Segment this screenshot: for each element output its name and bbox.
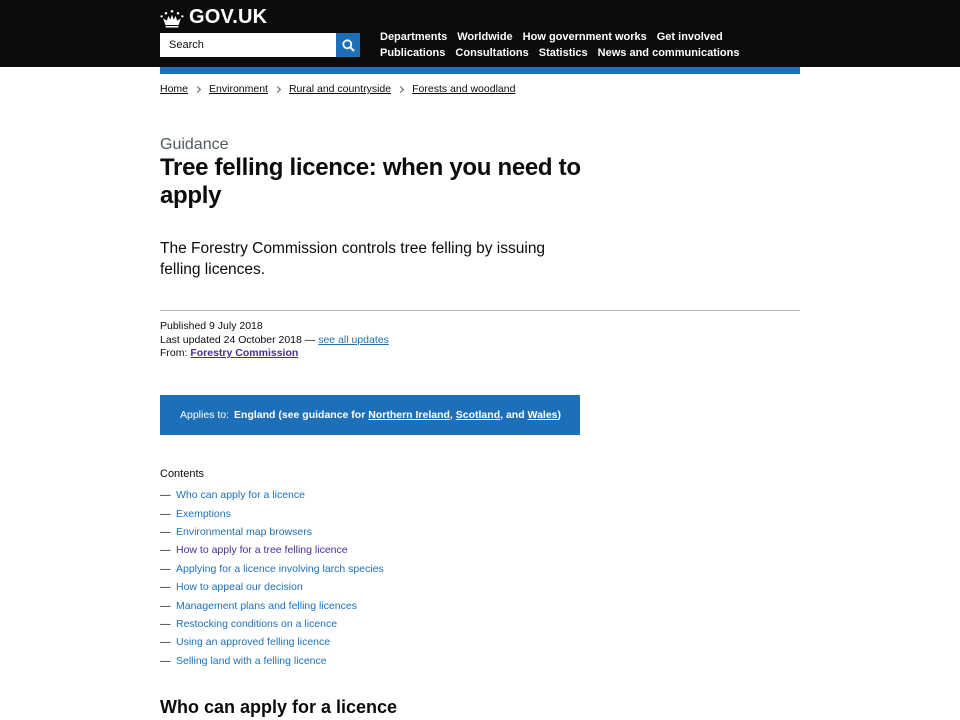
nav-statistics[interactable]: Statistics [539, 47, 588, 59]
contents-link-who-can-apply[interactable]: Who can apply for a licence [176, 489, 305, 501]
nav-publications[interactable]: Publications [380, 47, 445, 59]
header-blue-bar [160, 67, 800, 74]
contents-heading: Contents [160, 468, 205, 480]
dash-icon: — [160, 636, 171, 649]
dash-icon: — [160, 507, 171, 520]
contents-link-management-plans[interactable]: Management plans and felling licences [176, 600, 357, 612]
contents-item: — How to apply for a tree felling licence [160, 541, 384, 559]
dash-icon: — [160, 525, 171, 538]
wales-link[interactable]: Wales [528, 409, 558, 421]
nav-consultations[interactable]: Consultations [455, 47, 528, 59]
contents-link-larch-species[interactable]: Applying for a licence involving larch s… [176, 563, 384, 575]
contents-list: — Who can apply for a licence — Exemptions… [160, 486, 384, 670]
page-title: Tree felling licence: when you need to a… [160, 154, 581, 209]
breadcrumb: Home Environment Rural and countryside F… [160, 83, 515, 95]
dash-icon: — [160, 581, 171, 594]
applies-to-label: Applies to: [180, 409, 230, 421]
organisation-link[interactable]: Forestry Commission [190, 347, 298, 359]
contents-link-exemptions[interactable]: Exemptions [176, 508, 231, 520]
nav-how-government-works[interactable]: How government works [523, 31, 647, 43]
contents-item: — Environmental map browsers [160, 523, 384, 541]
breadcrumb-environment[interactable]: Environment [209, 83, 268, 95]
last-updated-row: Last updated 24 October 2018 — see all u… [160, 334, 389, 348]
applies-to-value: England (see guidance for Northern Irela… [234, 409, 561, 421]
govuk-logo-text: GOV.UK [189, 6, 268, 28]
site-header: GOV.UK Departments Worldwide How governm… [0, 0, 960, 67]
top-navigation: Departments Worldwide How government wor… [380, 29, 740, 61]
chevron-right-icon [397, 85, 405, 93]
dash-icon: — [160, 562, 171, 575]
applies-to-banner: Applies to: England (see guidance for No… [160, 395, 580, 435]
search-button[interactable] [336, 33, 360, 57]
dash-icon: — [160, 489, 171, 502]
search-icon [341, 38, 355, 52]
contents-item: — Using an approved felling licence [160, 633, 384, 651]
from-row: From: Forestry Commission [160, 347, 389, 361]
section-divider [160, 310, 800, 311]
search-input[interactable] [160, 33, 336, 57]
breadcrumb-rural-and-countryside[interactable]: Rural and countryside [289, 83, 391, 95]
chevron-right-icon [273, 85, 282, 93]
northern-ireland-link[interactable]: Northern Ireland [368, 409, 450, 421]
crown-icon [160, 9, 184, 27]
applies-suffix: ) [557, 409, 562, 421]
last-updated-date: Last updated 24 October 2018 — [160, 333, 316, 346]
contents-item: — How to appeal our decision [160, 578, 384, 596]
chevron-right-icon [193, 85, 202, 93]
dash-icon: — [160, 617, 171, 630]
page-lead-paragraph: The Forestry Commission controls tree fe… [160, 240, 546, 278]
dash-icon: — [160, 599, 171, 612]
contents-item: — Applying for a licence involving larch … [160, 560, 384, 578]
applies-and: , and [500, 409, 525, 421]
contents-link-how-to-apply[interactable]: How to apply for a tree felling licence [176, 544, 348, 556]
from-label: From: [160, 347, 188, 359]
nav-news-and-communications[interactable]: News and communications [598, 47, 740, 59]
contents-link-appeal-decision[interactable]: How to appeal our decision [176, 581, 303, 593]
contents-item: — Selling land with a felling licence [160, 652, 384, 670]
search-form [160, 33, 360, 57]
contents-link-restocking-conditions[interactable]: Restocking conditions on a licence [176, 618, 337, 630]
applies-to-prefix: England (see guidance for [234, 409, 366, 421]
scotland-link[interactable]: Scotland [456, 409, 500, 421]
govuk-logo-link[interactable]: GOV.UK [160, 6, 267, 29]
contents-link-approved-felling-licence[interactable]: Using an approved felling licence [176, 636, 330, 648]
dash-icon: — [160, 544, 171, 557]
top-navigation-row-2: Publications Consultations Statistics Ne… [380, 45, 740, 61]
breadcrumb-forests-and-woodland[interactable]: Forests and woodland [412, 83, 515, 95]
contents-link-selling-land[interactable]: Selling land with a felling licence [176, 655, 327, 667]
breadcrumb-home[interactable]: Home [160, 83, 188, 95]
contents-item: — Who can apply for a licence [160, 486, 384, 504]
nav-get-involved[interactable]: Get involved [657, 31, 723, 43]
dash-icon: — [160, 654, 171, 667]
top-navigation-row-1: Departments Worldwide How government wor… [380, 29, 740, 45]
section-heading: Who can apply for a licence [160, 697, 398, 717]
contents-link-environmental-map-browsers[interactable]: Environmental map browsers [176, 526, 312, 538]
nav-worldwide[interactable]: Worldwide [457, 31, 512, 43]
contents-item: — Restocking conditions on a licence [160, 615, 384, 633]
contents-item: — Exemptions [160, 504, 384, 522]
applies-comma: , [449, 409, 453, 421]
published-date: Published 9 July 2018 [160, 320, 263, 332]
nav-departments[interactable]: Departments [380, 31, 447, 43]
see-all-updates-link[interactable]: see all updates [318, 334, 389, 346]
page-caption: Guidance [160, 136, 229, 153]
contents-item: — Management plans and felling licences [160, 596, 384, 614]
publication-metadata: Published 9 July 2018 Last updated 24 Oc… [160, 320, 389, 361]
